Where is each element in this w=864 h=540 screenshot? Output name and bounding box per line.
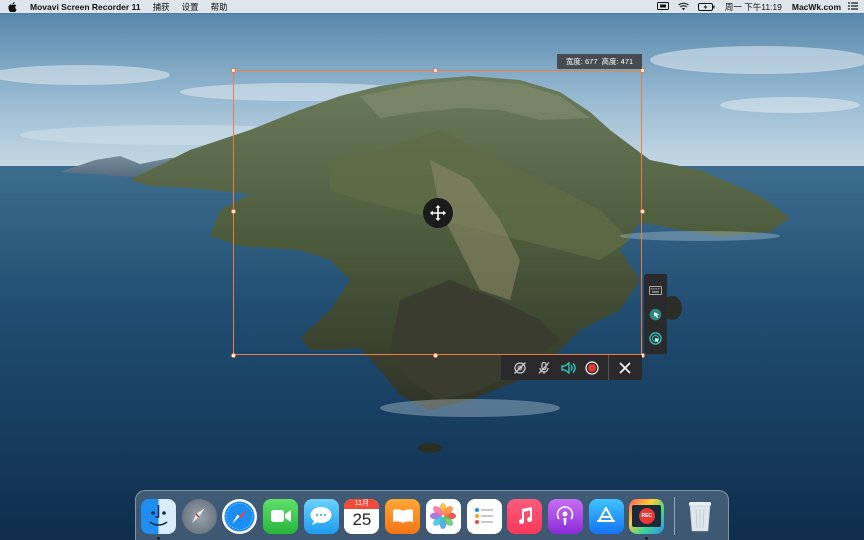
reminders-icon[interactable] <box>466 498 502 534</box>
books-icon[interactable] <box>385 498 421 534</box>
calendar-day: 25 <box>352 509 372 529</box>
apple-menu-icon[interactable] <box>0 1 24 12</box>
recorder-screen: REC <box>632 505 662 527</box>
capture-height: 高度: 471 <box>601 57 634 66</box>
calendar-month: 11月 <box>344 498 380 509</box>
running-indicator <box>157 536 160 540</box>
notification-center-icon[interactable] <box>848 1 858 12</box>
messages-icon[interactable] <box>303 498 339 534</box>
app-menu[interactable]: Movavi Screen Recorder 11 <box>30 2 141 12</box>
resize-handle-left[interactable] <box>230 209 236 214</box>
move-icon[interactable] <box>423 198 453 228</box>
menu-bar: Movavi Screen Recorder 11 捕获 设置 帮助 周一 下午… <box>0 0 864 13</box>
resize-handle-top-left[interactable] <box>230 67 236 73</box>
menu-help[interactable]: 帮助 <box>211 1 228 13</box>
calendar-icon[interactable]: 11月 25 <box>344 498 380 534</box>
facetime-icon[interactable] <box>263 498 299 534</box>
music-icon[interactable] <box>507 498 543 534</box>
microphone-off-icon[interactable] <box>532 355 556 380</box>
recording-toolbar <box>501 355 642 380</box>
resize-handle-top[interactable] <box>433 67 438 73</box>
menu-settings[interactable]: 设置 <box>182 1 199 13</box>
rec-badge: REC <box>638 508 655 524</box>
running-indicator <box>645 536 649 540</box>
capture-size-label: 宽度: 677 高度: 471 <box>557 54 642 69</box>
safari-icon[interactable] <box>222 498 258 534</box>
cursor-highlight-icon[interactable] <box>647 306 664 323</box>
side-toolbar <box>644 274 667 354</box>
system-audio-icon[interactable] <box>556 355 580 380</box>
dock: 11月 25 REC <box>135 490 729 540</box>
close-icon[interactable] <box>609 355 641 380</box>
screen-recorder-status-icon[interactable] <box>656 2 669 11</box>
keyboard-icon[interactable] <box>647 282 664 299</box>
capture-width: 宽度: 677 <box>565 57 598 66</box>
menu-clock[interactable]: 周一 下午11:19 <box>725 1 782 13</box>
record-icon[interactable] <box>580 355 604 380</box>
webcam-off-icon[interactable] <box>508 355 532 380</box>
resize-handle-bottom-left[interactable] <box>230 352 236 358</box>
app-store-icon[interactable] <box>588 498 624 534</box>
photos-icon[interactable] <box>425 498 461 534</box>
site-label: MacWk.com <box>791 1 841 12</box>
podcasts-icon[interactable] <box>547 498 583 534</box>
trash-icon[interactable] <box>682 499 717 534</box>
battery-icon[interactable] <box>697 2 715 11</box>
wifi-icon[interactable] <box>677 2 689 11</box>
screen-recorder-icon[interactable]: REC <box>629 498 665 540</box>
resize-handle-bottom[interactable] <box>433 352 438 358</box>
click-effect-icon[interactable] <box>647 330 664 347</box>
launchpad-icon[interactable] <box>181 498 217 534</box>
resize-handle-right[interactable] <box>639 209 645 214</box>
menu-capture[interactable]: 捕获 <box>153 1 170 13</box>
finder-icon[interactable] <box>141 498 176 540</box>
